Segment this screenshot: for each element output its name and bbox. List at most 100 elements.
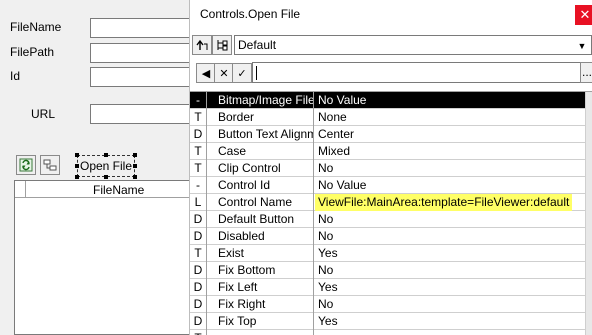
title-bar[interactable]: Controls.Open File ✕: [190, 0, 592, 30]
property-value[interactable]: No: [315, 228, 333, 245]
cancel-icon: ✕: [219, 67, 229, 80]
property-name: Clip Control: [208, 160, 314, 177]
property-value[interactable]: ViewFile:MainArea:template=FileViewer:de…: [315, 194, 573, 211]
chevron-down-icon[interactable]: ▼: [575, 37, 589, 54]
property-grid: TDFix TopYesDFix RightNoDFix LeftYesDFix…: [190, 91, 592, 335]
property-row[interactable]: T Clip Control No: [190, 160, 585, 177]
property-value[interactable]: Center: [315, 126, 354, 143]
layout-combo[interactable]: Default ▼: [234, 35, 592, 55]
close-button[interactable]: ✕: [575, 5, 592, 25]
property-name: Bitmap/Image File: [208, 92, 314, 109]
layout-button[interactable]: [40, 155, 60, 175]
property-category: D: [190, 211, 207, 228]
ellipsis-button[interactable]: ...: [580, 62, 592, 83]
property-category: D: [190, 228, 207, 245]
accept-edit-button[interactable]: ✓: [232, 63, 252, 83]
top-toolbar: Default ▼: [190, 33, 592, 57]
up-level-button[interactable]: [192, 35, 212, 55]
url-label: URL: [31, 107, 56, 121]
resize-handle[interactable]: [75, 175, 79, 179]
check-icon: ✓: [237, 67, 247, 80]
property-row[interactable]: D Disabled No: [190, 228, 585, 245]
refresh-button[interactable]: [16, 155, 36, 175]
open-file-button[interactable]: Open File: [77, 155, 135, 177]
property-row[interactable]: T Case Mixed: [190, 143, 585, 160]
vertical-scrollbar[interactable]: [585, 92, 592, 335]
property-value[interactable]: [315, 330, 318, 335]
property-category: D: [190, 262, 207, 279]
property-name: [208, 330, 314, 335]
property-category: T: [190, 245, 207, 262]
grid-corner: [15, 181, 26, 198]
property-row[interactable]: D Fix Left Yes: [190, 279, 585, 296]
property-category: -: [190, 177, 207, 194]
property-value[interactable]: No: [315, 262, 333, 279]
property-row[interactable]: D Button Text Alignm Center: [190, 126, 585, 143]
property-value[interactable]: None: [315, 109, 347, 126]
property-row[interactable]: T: [190, 330, 585, 335]
property-value[interactable]: Yes: [315, 313, 338, 330]
text-caret: [256, 66, 257, 80]
ellipsis-icon: ...: [581, 65, 592, 79]
edit-toolbar: ◀ ✕ ✓ ...: [190, 61, 592, 85]
property-row[interactable]: D Fix Top Yes: [190, 313, 585, 330]
property-name: Fix Right: [208, 296, 314, 313]
file-grid[interactable]: FileName: [14, 180, 194, 335]
property-row[interactable]: D Default Button No: [190, 211, 585, 228]
up-arrow-icon: [196, 39, 208, 50]
grid-column-filename[interactable]: FileName: [93, 183, 144, 197]
prev-button[interactable]: ◀: [196, 63, 216, 83]
property-name: Disabled: [208, 228, 314, 245]
grid-header: FileName: [15, 181, 193, 198]
property-category: T: [190, 109, 207, 126]
filepath-label: FilePath: [10, 45, 55, 59]
property-category: T: [190, 160, 207, 177]
resize-handle[interactable]: [133, 153, 137, 157]
property-name: Control Name: [208, 194, 314, 211]
property-name: Border: [208, 109, 314, 126]
property-row[interactable]: - Control Id No Value: [190, 177, 585, 194]
property-category: D: [190, 313, 207, 330]
resize-handle[interactable]: [104, 175, 108, 179]
open-file-label: Open File: [79, 159, 133, 173]
property-category: T: [190, 143, 207, 160]
property-value[interactable]: No Value: [315, 177, 366, 194]
property-value[interactable]: Yes: [315, 279, 338, 296]
property-name: Control Id: [208, 177, 314, 194]
value-edit-field[interactable]: [252, 62, 582, 83]
property-category: D: [190, 126, 207, 143]
property-row[interactable]: T Exist Yes: [190, 245, 585, 262]
resize-handle[interactable]: [104, 153, 108, 157]
property-name: Button Text Alignm: [208, 126, 314, 143]
resize-handle[interactable]: [133, 164, 137, 168]
property-value[interactable]: No Value: [315, 92, 366, 109]
property-category: -: [190, 92, 207, 109]
property-value[interactable]: No: [315, 296, 333, 313]
property-category: L: [190, 194, 207, 211]
property-row[interactable]: D Fix Bottom No: [190, 262, 585, 279]
cancel-edit-button[interactable]: ✕: [214, 63, 234, 83]
resize-handle[interactable]: [75, 164, 79, 168]
property-value[interactable]: No: [315, 211, 333, 228]
property-category: T: [190, 330, 207, 335]
property-value[interactable]: No: [315, 160, 333, 177]
refresh-icon: [19, 158, 33, 172]
property-name: Fix Left: [208, 279, 314, 296]
property-name: Fix Top: [208, 313, 314, 330]
property-row[interactable]: - Bitmap/Image File No Value: [190, 92, 585, 109]
property-row[interactable]: L Control Name ViewFile:MainArea:template=…: [190, 194, 585, 211]
tree-icon: [217, 40, 228, 51]
tree-button[interactable]: [212, 35, 232, 55]
property-name: Exist: [208, 245, 314, 262]
resize-handle[interactable]: [133, 175, 137, 179]
property-row[interactable]: D Fix Right No: [190, 296, 585, 313]
resize-handle[interactable]: [75, 153, 79, 157]
id-label: Id: [10, 69, 21, 83]
property-value[interactable]: Mixed: [315, 143, 350, 160]
close-icon: ✕: [579, 7, 591, 22]
property-value[interactable]: Yes: [315, 245, 338, 262]
property-name: Default Button: [208, 211, 314, 228]
property-category: D: [190, 296, 207, 313]
property-row[interactable]: T Border None: [190, 109, 585, 126]
layout-combo-value: Default: [238, 38, 277, 52]
